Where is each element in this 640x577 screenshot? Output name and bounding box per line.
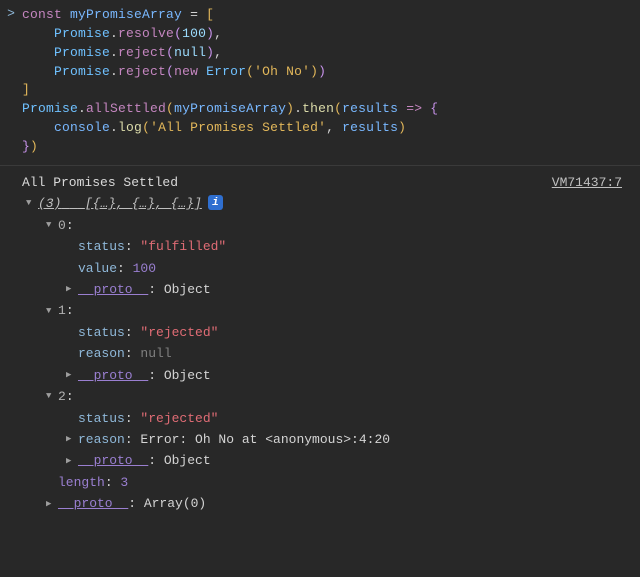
object-tree: (3) [{…}, {…}, {…}] i 0: status: "fulfil… [22,193,632,515]
property-row[interactable]: reason: null [22,343,632,364]
devtools-console: > const myPromiseArray = [ Promise.resol… [0,0,640,515]
property-key: status [78,408,125,429]
info-icon[interactable]: i [208,195,223,210]
chevron-right-icon[interactable] [66,454,76,469]
array-index: 2 [58,386,66,407]
property-value: "rejected" [140,322,218,343]
property-value: Error: Oh No at <anonymous>:4:20 [140,429,390,450]
chevron-down-icon[interactable] [46,218,56,233]
chevron-right-icon[interactable] [66,368,76,383]
array-index-row[interactable]: 2: [22,386,632,407]
log-message: All Promises Settled [22,172,178,193]
property-key: reason [78,429,125,450]
property-key: status [78,322,125,343]
array-index-row[interactable]: 0: [22,215,632,236]
prompt-indicator: > [0,6,22,21]
array-length-summary: (3) [38,196,61,211]
chevron-right-icon[interactable] [46,497,56,512]
property-value: 100 [133,258,156,279]
proto-value: Object [164,279,211,300]
console-input-area: > const myPromiseArray = [ Promise.resol… [0,0,640,166]
property-key: value [78,258,117,279]
chevron-down-icon[interactable] [46,304,56,319]
array-index: 0 [58,215,66,236]
property-value: null [140,343,171,364]
property-row[interactable]: status: "fulfilled" [22,236,632,257]
property-key: reason [78,343,125,364]
console-output: All Promises Settled VM71437:7 (3) [{…},… [0,166,640,515]
property-row[interactable]: reason: Error: Oh No at <anonymous>:4:20 [22,429,632,450]
proto-key: __proto__ [78,279,148,300]
proto-key: __proto__ [58,493,128,514]
property-key: status [78,236,125,257]
property-value: "fulfilled" [140,236,226,257]
array-preview: [{…}, {…}, {…}] [85,196,202,211]
proto-row[interactable]: __proto__: Object [22,365,632,386]
length-key: length [58,472,105,493]
proto-value: Object [164,365,211,386]
array-summary-row[interactable]: (3) [{…}, {…}, {…}] i [22,193,632,214]
property-value: "rejected" [140,408,218,429]
proto-key: __proto__ [78,450,148,471]
proto-row[interactable]: __proto__: Object [22,279,632,300]
input-code[interactable]: const myPromiseArray = [ Promise.resolve… [22,6,438,157]
length-value: 3 [120,472,128,493]
property-row[interactable]: status: "rejected" [22,408,632,429]
chevron-down-icon[interactable] [26,196,36,211]
length-row[interactable]: length: 3 [22,472,632,493]
array-index: 1 [58,300,66,321]
proto-row[interactable]: __proto__: Object [22,450,632,471]
array-index-row[interactable]: 1: [22,300,632,321]
chevron-right-icon[interactable] [66,432,76,447]
proto-value: Array(0) [144,493,206,514]
proto-key: __proto__ [78,365,148,386]
chevron-down-icon[interactable] [46,389,56,404]
source-link[interactable]: VM71437:7 [552,172,622,193]
proto-value: Object [164,450,211,471]
property-row[interactable]: value: 100 [22,258,632,279]
chevron-right-icon[interactable] [66,282,76,297]
property-row[interactable]: status: "rejected" [22,322,632,343]
proto-row[interactable]: __proto__: Array(0) [22,493,632,514]
